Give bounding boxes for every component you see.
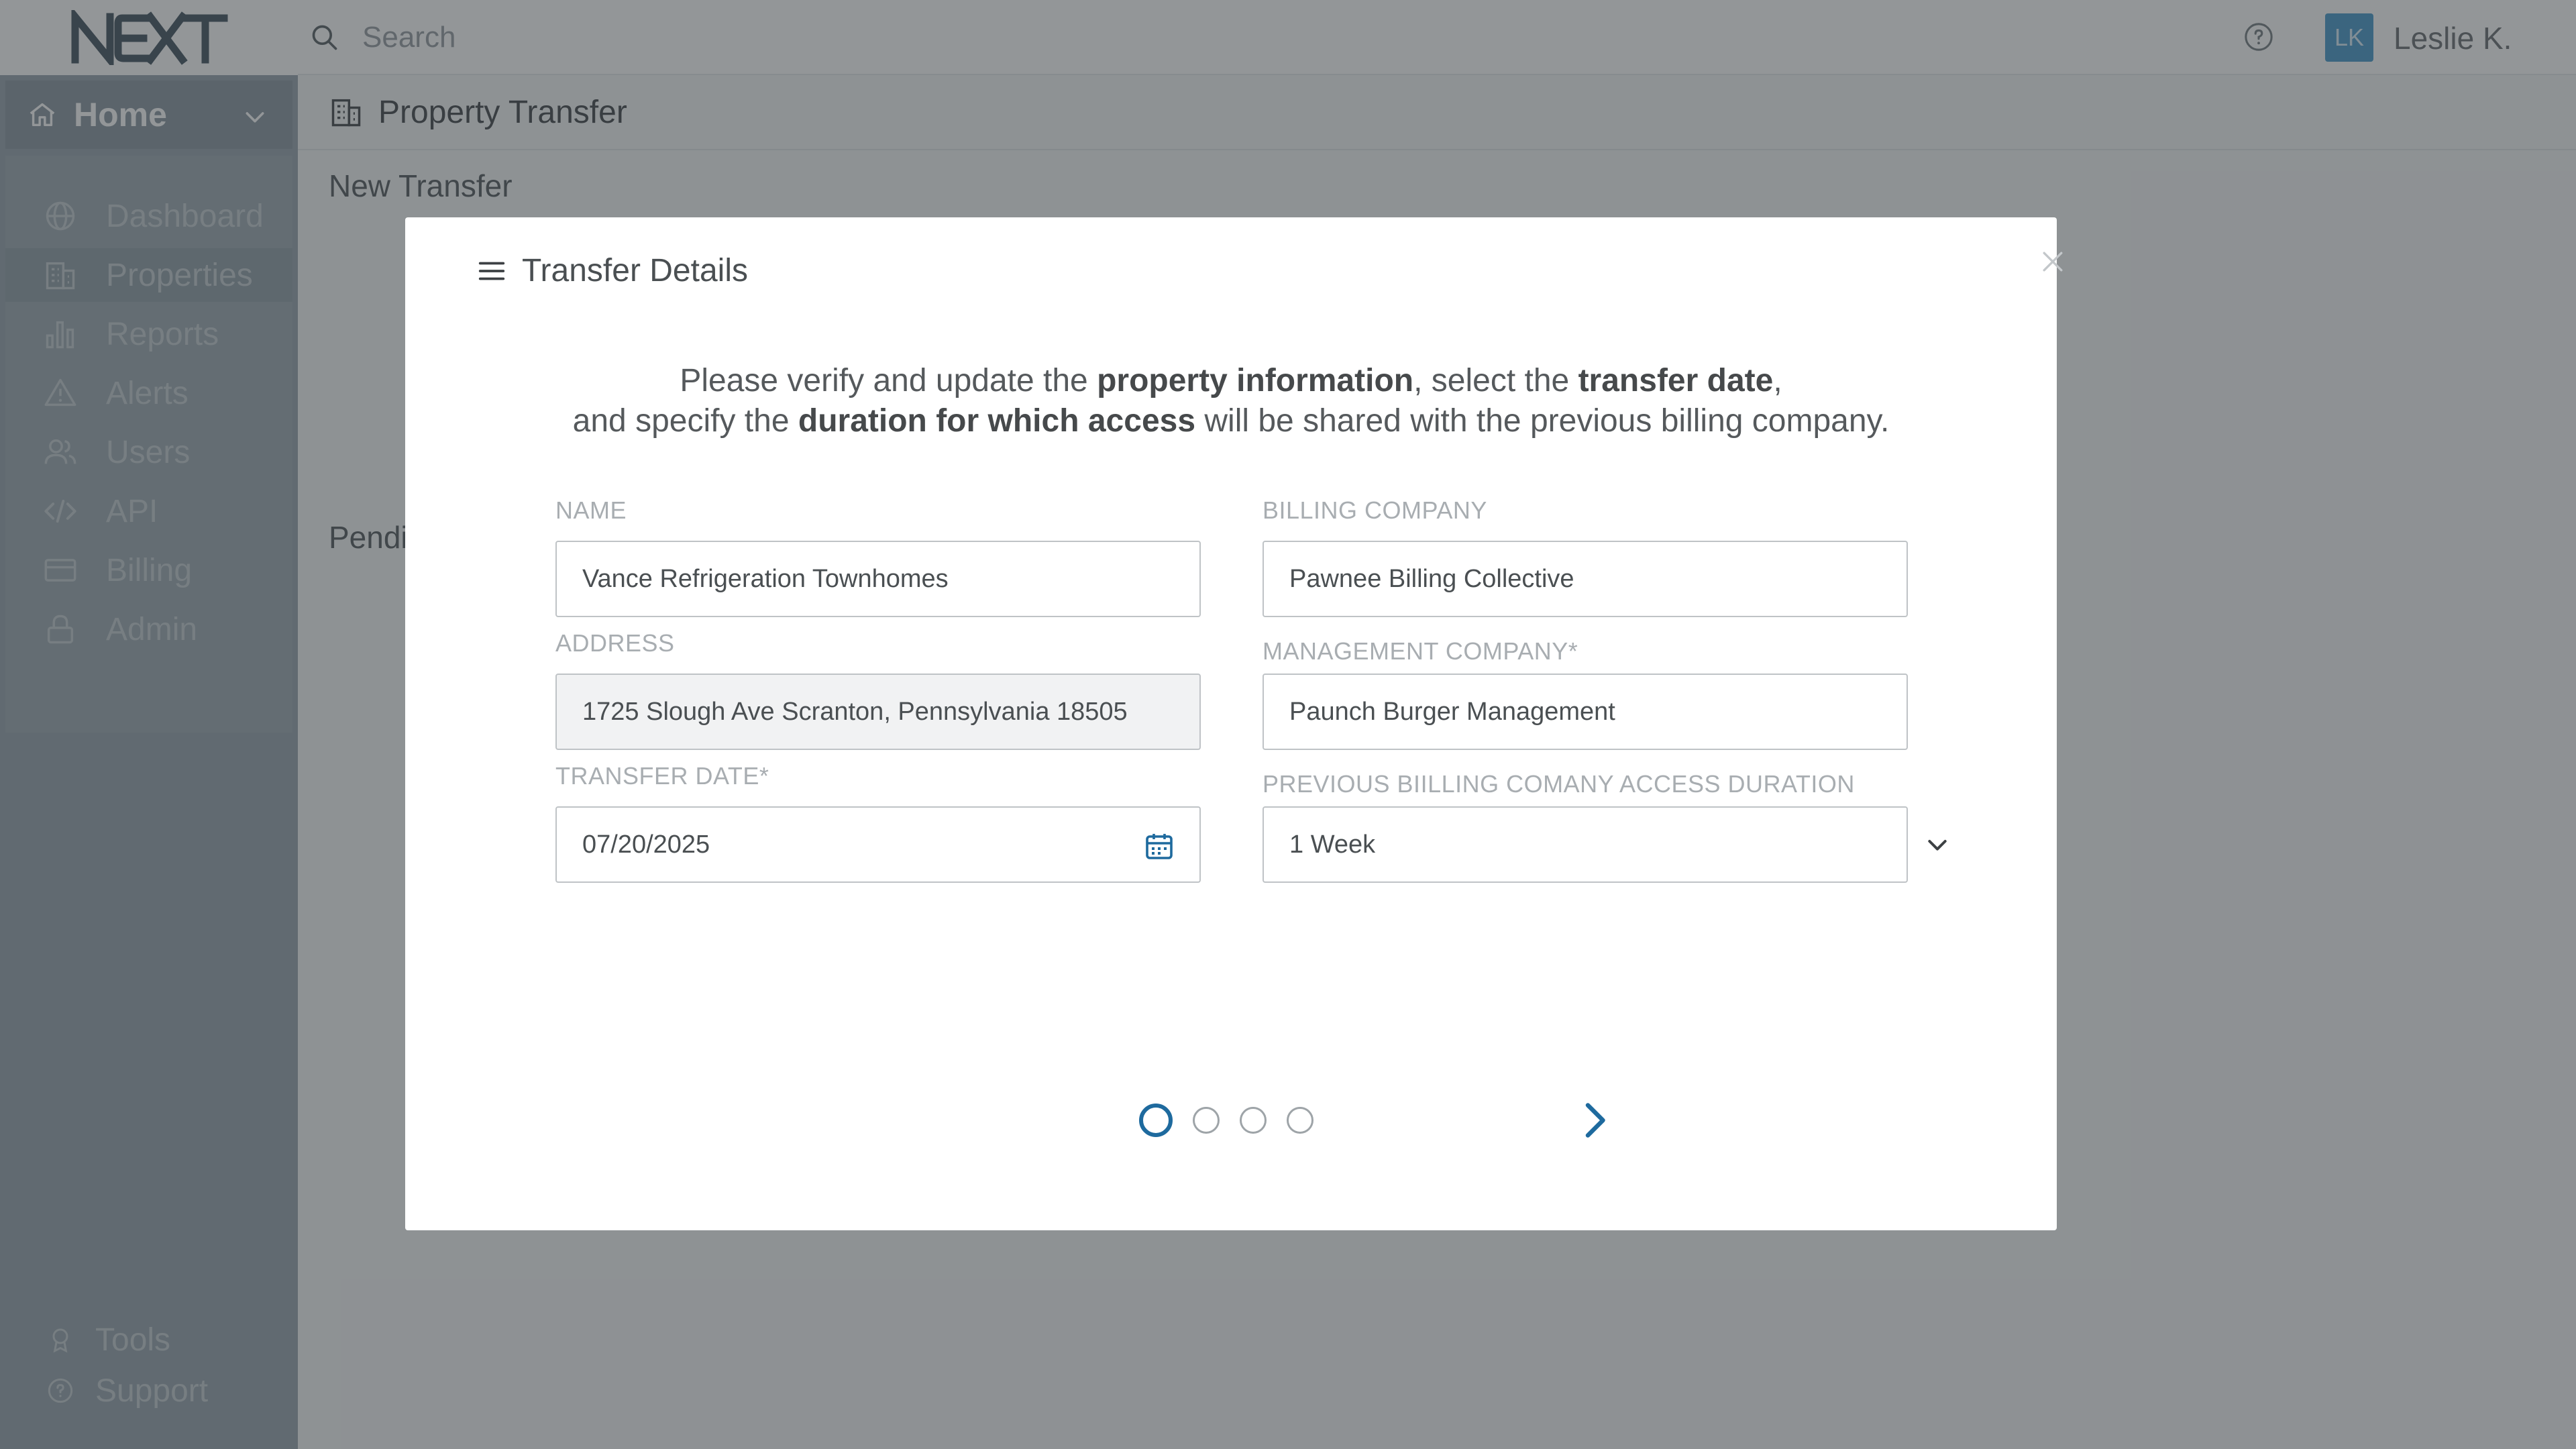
- transfer-date-label: TRANSFER DATE*: [555, 762, 769, 790]
- calendar-icon[interactable]: [1143, 830, 1175, 862]
- management-company-label: MANAGEMENT COMPANY*: [1263, 637, 1578, 665]
- billing-company-field[interactable]: Pawnee Billing Collective: [1263, 541, 1908, 617]
- chevron-right-icon[interactable]: [1578, 1100, 1611, 1140]
- instruction-text: , select the: [1413, 363, 1578, 398]
- modal-instructions: Please verify and update the property in…: [405, 361, 2057, 441]
- instruction-text: Please verify and update the: [680, 363, 1097, 398]
- instruction-emphasis: transfer date: [1578, 363, 1774, 398]
- modal-header: Transfer Details: [476, 252, 748, 289]
- access-duration-label: PREVIOUS BIILLING COMANY ACCESS DURATION: [1263, 770, 1855, 798]
- menu-icon: [478, 262, 505, 280]
- instruction-emphasis: duration for which access: [798, 403, 1196, 439]
- name-field[interactable]: Vance Refrigeration Townhomes: [555, 541, 1201, 617]
- access-duration-value: 1 Week: [1289, 830, 1376, 859]
- close-icon[interactable]: [2038, 247, 2068, 276]
- transfer-date-value: 07/20/2025: [582, 830, 710, 859]
- instructions-line-1: Please verify and update the property in…: [405, 361, 2057, 401]
- modal-title: Transfer Details: [522, 253, 748, 288]
- access-duration-select[interactable]: 1 Week: [1263, 806, 1908, 883]
- instructions-line-2: and specify the duration for which acces…: [405, 401, 2057, 441]
- step-dot-3[interactable]: [1240, 1107, 1267, 1134]
- name-value: Vance Refrigeration Townhomes: [582, 564, 949, 593]
- step-dot-2[interactable]: [1193, 1107, 1220, 1134]
- name-label: NAME: [555, 496, 627, 524]
- address-field: 1725 Slough Ave Scranton, Pennsylvania 1…: [555, 674, 1201, 750]
- instruction-text: and specify the: [572, 403, 798, 439]
- step-dot-1[interactable]: [1139, 1104, 1173, 1137]
- billing-company-value: Pawnee Billing Collective: [1289, 564, 1574, 593]
- transfer-details-modal: Transfer Details Please verify and updat…: [405, 217, 2063, 1230]
- address-label: ADDRESS: [555, 629, 675, 657]
- chevron-down-icon[interactable]: [1924, 831, 1951, 858]
- management-company-field[interactable]: Paunch Burger Management: [1263, 674, 1908, 750]
- instruction-emphasis: property information: [1097, 363, 1414, 398]
- instruction-text: will be shared with the previous billing…: [1195, 403, 1890, 439]
- instruction-text: ,: [1773, 363, 1782, 398]
- step-dot-4[interactable]: [1287, 1107, 1313, 1134]
- billing-company-label: BILLING COMPANY: [1263, 496, 1487, 524]
- management-company-value: Paunch Burger Management: [1289, 697, 1615, 726]
- transfer-date-field[interactable]: 07/20/2025: [555, 806, 1201, 883]
- address-value: 1725 Slough Ave Scranton, Pennsylvania 1…: [582, 697, 1128, 726]
